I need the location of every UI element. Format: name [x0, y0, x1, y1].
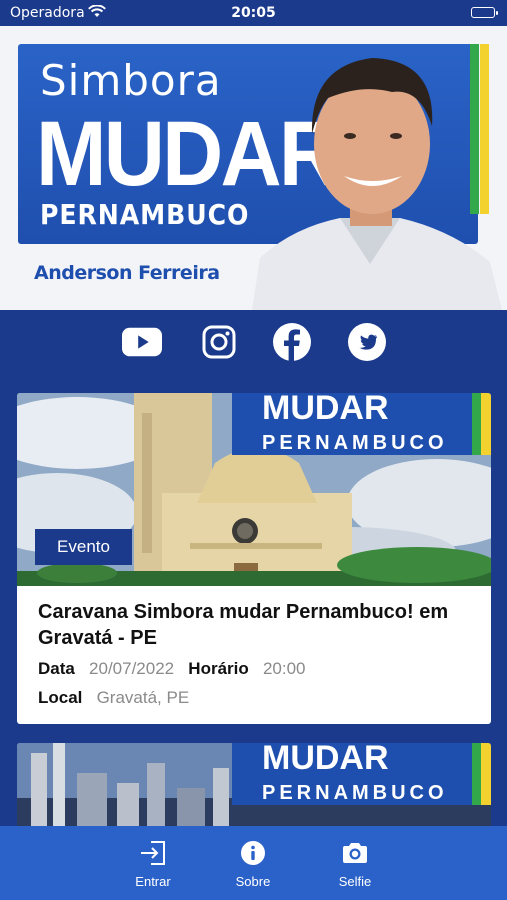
facebook-icon[interactable] — [272, 323, 312, 361]
social-links-bar — [0, 310, 507, 374]
info-icon — [213, 838, 293, 868]
bottom-tab-bar: Entrar Sobre Selfie — [0, 826, 507, 900]
place-label: Local — [38, 688, 83, 707]
tab-selfie-label: Selfie — [338, 874, 372, 889]
date-value: 20/07/2022 — [89, 659, 175, 678]
tab-entrar[interactable]: Entrar — [113, 838, 193, 889]
event-datetime-row: Data 20/07/2022 Horário 20:00 — [38, 659, 305, 679]
event-photo: MUDAR PERNAMBUCO Evento — [17, 393, 491, 586]
youtube-icon[interactable] — [122, 324, 162, 360]
battery-icon — [471, 7, 498, 18]
event-banner-pernambuco: PERNAMBUCO — [262, 782, 448, 804]
event-location-row: Local Gravatá, PE — [38, 688, 189, 708]
event-title: Caravana Simbora mudar Pernambuco! em Gr… — [38, 601, 449, 649]
status-time: 20:05 — [231, 5, 276, 21]
camera-icon — [315, 838, 395, 868]
event-card[interactable]: MUDAR PERNAMBUCO Evento Caravana Simbora… — [17, 393, 491, 724]
tab-sobre[interactable]: Sobre — [213, 838, 293, 889]
banner-slogan-simbora: Simbora — [40, 56, 222, 105]
event-banner-mudar: MUDAR — [262, 393, 389, 427]
tab-sobre-label: Sobre — [235, 874, 271, 889]
login-icon — [113, 838, 193, 868]
time-label: Horário — [188, 659, 249, 678]
campaign-banner: Simbora MUDAR PERNAMBUCO Anderson Ferrei… — [0, 26, 507, 310]
date-label: Data — [38, 659, 75, 678]
time-value: 20:00 — [262, 659, 306, 678]
candidate-name: Anderson Ferreira — [34, 262, 220, 284]
tab-entrar-label: Entrar — [135, 874, 171, 889]
event-banner-mudar: MUDAR — [262, 743, 389, 777]
status-bar: Operadora 20:05 — [0, 0, 507, 26]
tab-selfie[interactable]: Selfie — [315, 838, 395, 889]
event-badge: Evento — [35, 529, 132, 565]
instagram-icon[interactable] — [199, 324, 239, 360]
candidate-portrait — [252, 58, 502, 310]
event-banner-pernambuco: PERNAMBUCO — [262, 432, 448, 454]
place-value: Gravatá, PE — [96, 688, 190, 707]
banner-slogan-pernambuco: PERNAMBUCO — [40, 198, 250, 231]
twitter-icon[interactable] — [347, 323, 387, 361]
